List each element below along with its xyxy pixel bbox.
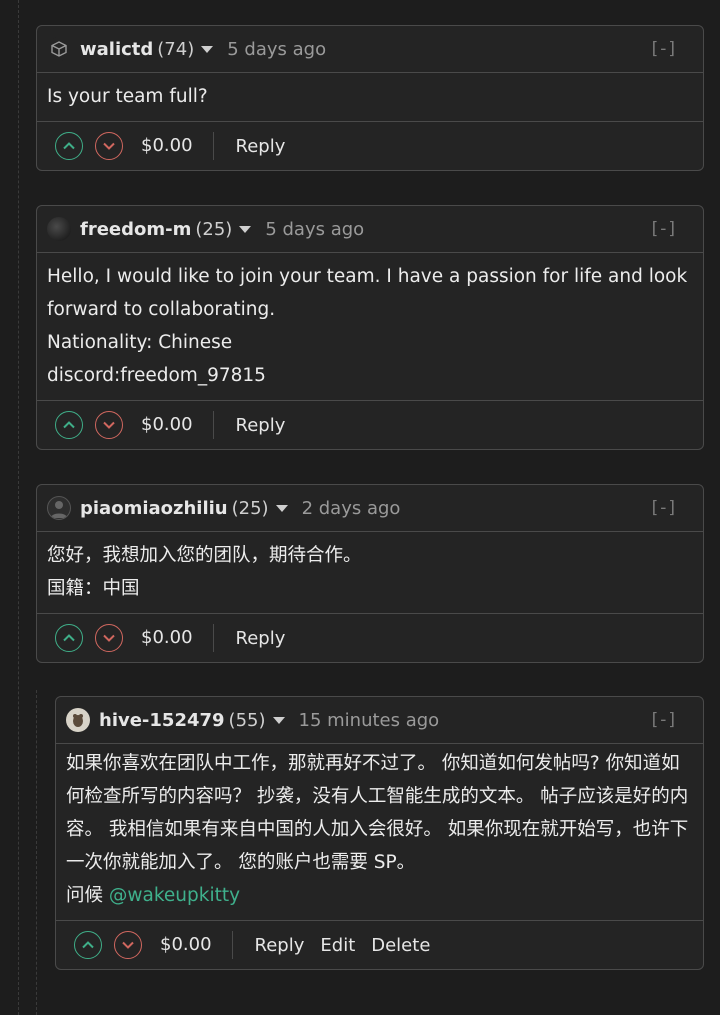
thread-line <box>18 0 19 1015</box>
reputation: (74) <box>157 38 195 60</box>
collapse-button[interactable]: [-] <box>652 219 677 239</box>
payout-amount[interactable]: $0.00 <box>141 132 214 160</box>
chevron-down-icon <box>103 634 115 642</box>
edit-button[interactable]: Edit <box>320 935 355 956</box>
collapse-button[interactable]: [-] <box>652 710 677 730</box>
chevron-down-icon <box>103 142 115 150</box>
timestamp[interactable]: 2 days ago <box>302 498 401 519</box>
comment-text: 如果你喜欢在团队中工作，那就再好不过了。 你知道如何发帖吗? 你知道如何检查所写… <box>66 753 689 873</box>
comment-header: piaomiaozhiliu (25) 2 days ago [-] <box>37 485 703 532</box>
timestamp[interactable]: 15 minutes ago <box>299 710 440 731</box>
author-name[interactable]: walictd <box>80 39 153 60</box>
greeting-text: 问候 <box>66 885 104 906</box>
upvote-button[interactable] <box>74 931 102 959</box>
comment-footer: $0.00 Reply <box>37 122 703 170</box>
comment-footer: $0.00 Reply <box>37 614 703 662</box>
comment-footer: $0.00 Reply <box>37 401 703 449</box>
reputation: (25) <box>195 218 233 240</box>
reply-button[interactable]: Reply <box>236 415 286 436</box>
payout-amount[interactable]: $0.00 <box>141 411 214 439</box>
comment-card-reply: hive-152479 (55) 15 minutes ago [-] 如果你喜… <box>55 696 704 970</box>
animal-avatar-icon <box>73 714 83 727</box>
reply-button[interactable]: Reply <box>236 628 286 649</box>
comment-header: freedom-m (25) 5 days ago [-] <box>37 206 703 253</box>
comment-body: Hello, I would like to join your team. I… <box>37 253 703 401</box>
comment-greeting-line: 问候 @wakeupkitty <box>66 879 693 912</box>
avatar[interactable] <box>47 37 71 61</box>
reputation: (25) <box>231 497 269 519</box>
comment-body: Is your team full? <box>37 73 703 122</box>
chevron-up-icon <box>63 634 75 642</box>
upvote-button[interactable] <box>55 624 83 652</box>
comment-header: hive-152479 (55) 15 minutes ago [-] <box>56 697 703 744</box>
cube-avatar-icon <box>51 41 67 57</box>
comment-text: Is your team full? <box>47 86 208 107</box>
user-mention-link[interactable]: @wakeupkitty <box>109 885 240 906</box>
comment-header: walictd (74) 5 days ago [-] <box>37 26 703 73</box>
comment-text: Hello, I would like to join your team. I… <box>47 266 694 320</box>
downvote-button[interactable] <box>95 132 123 160</box>
comment-footer: $0.00 Reply Edit Delete <box>56 921 703 969</box>
chevron-down-icon <box>122 941 134 949</box>
reputation: (55) <box>228 709 266 731</box>
chevron-up-icon <box>63 142 75 150</box>
timestamp[interactable]: 5 days ago <box>227 39 326 60</box>
chevron-up-icon <box>82 941 94 949</box>
comment-card: freedom-m (25) 5 days ago [-] Hello, I w… <box>36 205 704 450</box>
chevron-down-icon[interactable] <box>272 716 285 724</box>
upvote-button[interactable] <box>55 411 83 439</box>
payout-amount[interactable]: $0.00 <box>160 931 233 959</box>
chevron-up-icon <box>63 421 75 429</box>
avatar[interactable] <box>47 496 71 520</box>
comment-text: Nationality: Chinese <box>47 332 233 353</box>
comment-text: discord:freedom_97815 <box>47 365 266 386</box>
nested-thread-line <box>36 690 37 1015</box>
payout-amount[interactable]: $0.00 <box>141 624 214 652</box>
chevron-down-icon[interactable] <box>239 225 252 233</box>
timestamp[interactable]: 5 days ago <box>265 219 364 240</box>
comment-text: 国籍：中国 <box>47 578 140 599</box>
author-name[interactable]: freedom-m <box>80 219 191 240</box>
comment-card: piaomiaozhiliu (25) 2 days ago [-] 您好，我想… <box>36 484 704 663</box>
default-user-icon <box>51 501 67 518</box>
upvote-button[interactable] <box>55 132 83 160</box>
collapse-button[interactable]: [-] <box>652 498 677 518</box>
collapse-button[interactable]: [-] <box>652 39 677 59</box>
delete-button[interactable]: Delete <box>371 935 430 956</box>
comment-card: walictd (74) 5 days ago [-] Is your team… <box>36 25 704 171</box>
downvote-button[interactable] <box>95 411 123 439</box>
comment-text: 您好，我想加入您的团队，期待合作。 <box>47 545 362 566</box>
avatar[interactable] <box>66 708 90 732</box>
avatar[interactable] <box>47 217 71 241</box>
chevron-down-icon <box>103 421 115 429</box>
author-name[interactable]: hive-152479 <box>99 710 225 731</box>
chevron-down-icon[interactable] <box>275 504 288 512</box>
reply-button[interactable]: Reply <box>236 136 286 157</box>
reply-button[interactable]: Reply <box>255 935 305 956</box>
comment-body: 如果你喜欢在团队中工作，那就再好不过了。 你知道如何发帖吗? 你知道如何检查所写… <box>56 744 703 921</box>
comment-body: 您好，我想加入您的团队，期待合作。 国籍：中国 <box>37 532 703 614</box>
chevron-down-icon[interactable] <box>201 45 214 53</box>
downvote-button[interactable] <box>114 931 142 959</box>
author-name[interactable]: piaomiaozhiliu <box>80 498 228 519</box>
downvote-button[interactable] <box>95 624 123 652</box>
